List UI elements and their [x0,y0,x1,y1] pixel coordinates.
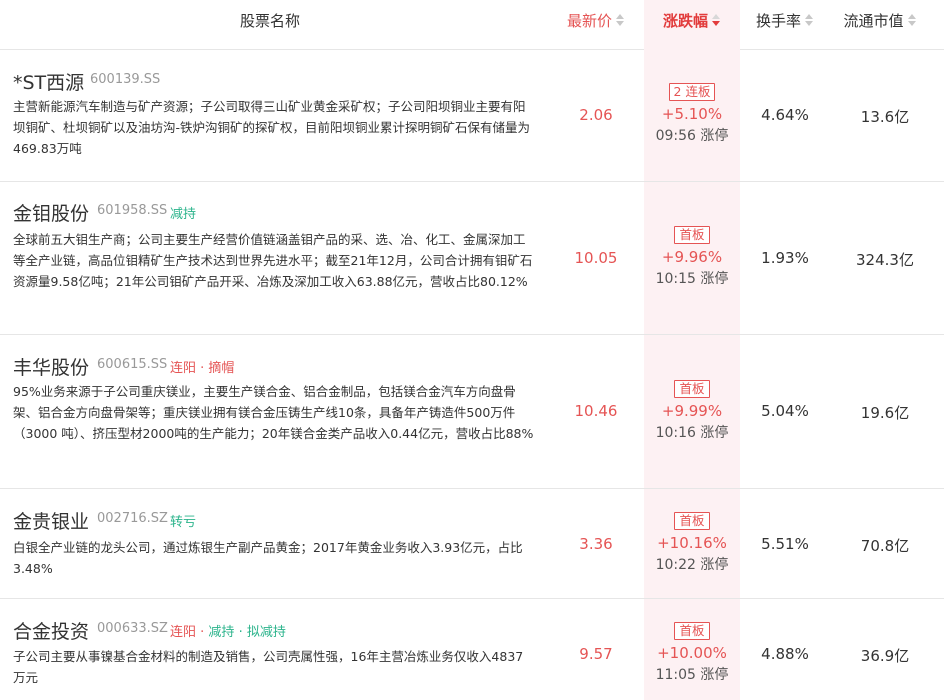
turnover-rate: 1.93% [761,249,809,267]
change-percent: +10.00% [657,644,727,662]
stock-description: 95%业务来源于子公司重庆镁业，主要生产镁合金、铝合金制品，包括镁合金汽车方向盘… [13,384,534,441]
latest-price: 10.46 [574,402,618,420]
change-percent: +9.96% [661,248,723,266]
stock-name[interactable]: *ST西源 [13,68,84,95]
stock-tags: 连阳 · 减持 · 拟减持 [170,625,286,640]
limit-up-badge: 首板 [674,380,710,398]
stock-code: 600139.SS [90,72,161,87]
change-percent: +10.16% [657,534,727,552]
table-row[interactable]: *ST西源 600139.SS 主营新能源汽车制造与矿产资源；子公司取得三山矿业… [0,50,944,182]
change-cell: 2 连板 +5.10% 09:56 涨停 [644,81,740,147]
turnover-rate: 4.64% [761,106,809,124]
market-cap: 13.6亿 [860,108,910,126]
limit-up-badge: 首板 [674,226,710,244]
limit-up-time: 09:56 涨停 [655,128,729,144]
change-cell: 首板 +9.96% 10:15 涨停 [644,224,740,290]
market-cap: 324.3亿 [856,251,914,269]
stock-name[interactable]: 合金投资 [13,617,89,644]
change-cell: 首板 +10.16% 10:22 涨停 [644,510,740,576]
limit-up-time: 11:05 涨停 [655,667,729,683]
stock-tag: 摘帽 [208,361,235,376]
stock-tag: 转亏 [170,515,197,530]
stock-code: 002716.SZ [97,511,168,526]
latest-price: 3.36 [579,535,613,553]
stock-description: 子公司主要从事镍基合金材料的制造及销售，公司壳属性强，16年主营冶炼业务仅收入4… [13,649,524,685]
stock-description: 白银全产业链的龙头公司，通过炼银生产副产品黄金；2017年黄金业务收入3.93亿… [13,540,523,576]
latest-price: 9.57 [579,645,613,663]
stock-tags: 连阳 · 摘帽 [170,361,235,376]
latest-price: 2.06 [579,106,613,124]
stock-description: 全球前五大钼生产商；公司主要生产经营价值链涵盖钼产品的采、选、冶、化工、金属深加… [13,232,533,289]
stock-code: 000633.SZ [97,621,168,636]
stock-tag: 减持 [170,207,197,222]
stock-description: 主营新能源汽车制造与矿产资源；子公司取得三山矿业黄金采矿权；子公司阳坝铜业主要有… [13,99,531,156]
limit-up-time: 10:16 涨停 [655,425,729,441]
stock-code: 600615.SS [97,357,168,372]
table-row[interactable]: 金钼股份 601958.SS 减持 全球前五大钼生产商；公司主要生产经营价值链涵… [0,182,944,335]
header-turnover[interactable]: 换手率 [740,0,830,50]
table-row[interactable]: 金贵银业 002716.SZ 转亏 白银全产业链的龙头公司，通过炼银生产副产品黄… [0,489,944,599]
sort-desc-icon[interactable] [711,14,721,28]
table-row[interactable]: 合金投资 000633.SZ 连阳 · 减持 · 拟减持 子公司主要从事镍基合金… [0,599,944,700]
turnover-rate: 5.04% [761,402,809,420]
limit-up-badge: 首板 [674,512,710,530]
turnover-rate: 4.88% [761,645,809,663]
market-cap: 19.6亿 [860,404,910,422]
stock-name[interactable]: 金钼股份 [13,199,89,226]
table-header: 股票名称 最新价 涨跌幅 换手率 流通市值 [0,0,944,50]
stock-tag: 连阳 [170,361,197,376]
stock-name[interactable]: 金贵银业 [13,507,89,534]
table-row[interactable]: 丰华股份 600615.SS 连阳 · 摘帽 95%业务来源于子公司重庆镁业，主… [0,335,944,489]
change-cell: 首板 +10.00% 11:05 涨停 [644,620,740,686]
limit-up-badge: 首板 [674,622,710,640]
stock-code: 601958.SS [97,203,168,218]
header-change[interactable]: 涨跌幅 [644,0,740,50]
sort-icon[interactable] [615,14,625,28]
header-price[interactable]: 最新价 [548,0,644,50]
stock-name[interactable]: 丰华股份 [13,353,89,380]
stock-tag: 连阳 [170,625,197,640]
header-stock-name: 股票名称 [239,12,300,30]
limit-up-time: 10:15 涨停 [655,271,729,287]
change-percent: +9.99% [661,402,723,420]
sort-icon[interactable] [907,14,917,28]
market-cap: 70.8亿 [860,537,910,555]
limit-up-badge: 2 连板 [668,83,716,101]
limit-up-time: 10:22 涨停 [655,557,729,573]
change-percent: +5.10% [661,105,723,123]
latest-price: 10.05 [574,249,618,267]
change-cell: 首板 +9.99% 10:16 涨停 [644,378,740,444]
sort-icon[interactable] [804,14,814,28]
market-cap: 36.9亿 [860,647,910,665]
header-market-cap[interactable]: 流通市值 [830,0,930,50]
turnover-rate: 5.51% [761,535,809,553]
stock-tag: 减持 [208,625,235,640]
stock-tag: 拟减持 [246,625,286,640]
stock-tags: 减持 [170,203,196,222]
stock-tags: 转亏 [170,511,196,530]
